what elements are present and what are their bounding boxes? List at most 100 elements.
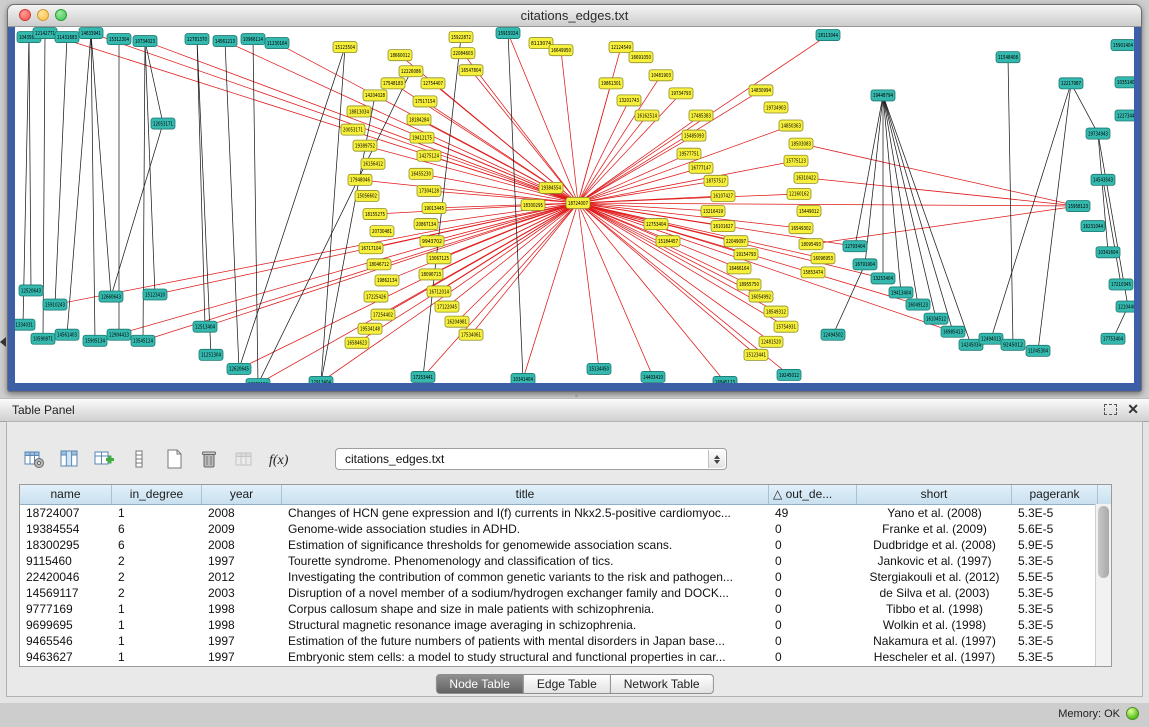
scrollbar-thumb[interactable] [1098,506,1109,578]
table-row[interactable]: 946554611997Estimation of the future num… [20,633,1111,649]
collapse-panel-arrow-icon[interactable] [0,337,6,347]
graph-node[interactable]: 16691050 [629,52,653,63]
graph-node[interactable]: 19448794 [871,90,895,101]
graph-node[interactable]: 12754407 [421,78,445,89]
table-row[interactable]: 2242004622012Investigating the contribut… [20,569,1111,585]
graph-node[interactable]: 11334031 [15,319,35,330]
graph-node[interactable]: 16104512 [924,313,948,324]
graph-node[interactable]: 16156412 [361,158,385,169]
graph-node[interactable]: 19734903 [764,102,788,113]
function-builder-icon[interactable]: f(x) [266,446,292,472]
column-header-out_degree[interactable]: △ out_de... [769,485,857,504]
graph-node[interactable]: 22084603 [451,48,475,59]
graph-node[interactable]: 16717104 [359,243,383,254]
graph-node[interactable]: 15134450 [587,363,611,374]
graph-node[interactable]: 18095493 [799,239,823,250]
tab-edge-table[interactable]: Edge Table [524,674,611,694]
graph-node[interactable]: 19734793 [669,88,693,99]
graph-node[interactable]: 12793404 [843,241,867,252]
narrow-column-icon[interactable] [126,446,152,472]
table-row[interactable]: 1830029562008Estimation of significance … [20,537,1111,553]
graph-node[interactable]: 13253404 [871,273,895,284]
graph-node[interactable]: 16777147 [689,162,713,173]
table-row[interactable]: 1938455462009Genome-wide association stu… [20,521,1111,537]
network-view-window[interactable]: citations_edges.txt 18724007151235041866… [7,4,1142,392]
graph-node[interactable]: 12913404 [309,376,333,383]
graph-node[interactable]: 17517154 [413,96,437,107]
graph-node[interactable]: 16549302 [789,223,813,234]
graph-node[interactable]: 15184457 [656,236,680,247]
graph-node[interactable]: 18660012 [388,50,412,61]
graph-node[interactable]: 19413404 [889,287,913,298]
graph-node[interactable]: 22049097 [724,236,748,247]
graph-node[interactable]: 12781370 [185,34,209,45]
table-row[interactable]: 946362711997Embryonic stem cells: a mode… [20,649,1111,665]
graph-node[interactable]: 20730481 [370,226,394,237]
graph-node[interactable]: 14275124 [417,150,441,161]
graph-node[interactable]: 17753404 [1101,333,1125,344]
graph-node[interactable]: 19154793 [734,249,758,260]
graph-node[interactable]: 16096953 [811,253,835,264]
graph-node[interactable]: 18503083 [789,138,813,149]
graph-node[interactable]: 14561403 [55,329,79,340]
graph-node[interactable]: 14633941 [79,28,103,39]
close-panel-icon[interactable]: ✕ [1127,402,1139,416]
float-panel-icon[interactable] [1104,404,1117,415]
graph-node[interactable]: 17304128 [417,185,441,196]
column-header-title[interactable]: title [282,485,769,504]
graph-node[interactable]: 15312304 [107,34,131,45]
graph-node[interactable]: 10351404 [1115,77,1134,88]
graph-node[interactable]: 14204028 [363,90,387,101]
table-row[interactable]: 1456911722003Disruption of a novel membe… [20,585,1111,601]
graph-node[interactable]: 15485093 [682,130,706,141]
graph-node[interactable]: 10341404 [511,373,535,383]
graph-node[interactable]: 16310422 [794,172,818,183]
graph-node[interactable]: 10341604 [1096,247,1120,258]
graph-node[interactable]: 10481903 [649,70,673,81]
graph-node[interactable]: 17122045 [435,301,459,312]
graph-node[interactable]: 13201743 [617,95,641,106]
network-table-select[interactable]: citations_edges.txt [335,448,727,470]
graph-node[interactable]: 10734023 [133,36,157,47]
graph-node[interactable]: 18113044 [816,30,840,41]
graph-node[interactable]: 12226086 [399,66,423,77]
graph-node[interactable]: 14403410 [641,371,665,382]
graph-node[interactable]: 15775123 [784,155,808,166]
column-header-pagerank[interactable]: pagerank [1012,485,1098,504]
delete-table-icon[interactable] [196,446,222,472]
graph-node[interactable]: 20053171 [341,124,365,135]
graph-node[interactable]: 12660643 [99,291,123,302]
graph-node[interactable]: 11045304 [1026,345,1050,356]
graph-node[interactable]: 16455230 [409,168,433,179]
graph-node[interactable]: 16107427 [711,190,735,201]
graph-node[interactable]: 16985413 [941,326,965,337]
citation-network-graph[interactable]: 1872400715123504186600121222608617548183… [15,27,1134,383]
graph-node[interactable]: 16049123 [906,299,930,310]
show-columns-icon[interactable] [56,446,82,472]
graph-node[interactable]: 15123441 [744,349,768,360]
graph-node[interactable]: 18549312 [764,306,788,317]
graph-node[interactable]: 17548183 [381,78,405,89]
graph-node[interactable]: 13216419 [701,206,725,217]
graph-node[interactable]: 12494013 [979,333,1003,344]
graph-node[interactable]: 12217987 [1059,78,1083,89]
graph-node[interactable]: 17534061 [459,329,483,340]
graph-node[interactable]: 11251304 [199,349,223,360]
table-mode-icon[interactable] [21,446,47,472]
graph-node[interactable]: 10966114 [241,34,265,45]
graph-node[interactable]: 16466164 [727,263,751,274]
graph-node[interactable]: 18046712 [367,259,391,270]
graph-node[interactable]: 17225426 [364,291,388,302]
graph-node[interactable]: 14561213 [213,36,237,47]
graph-node[interactable]: 16204981 [445,316,469,327]
tab-network-table[interactable]: Network Table [611,674,714,694]
graph-node[interactable]: 19384554 [539,182,563,193]
graph-node[interactable]: 18757517 [704,175,728,186]
graph-node[interactable]: 16649950 [549,45,573,56]
graph-node[interactable]: 16162514 [635,110,659,121]
graph-node[interactable]: 9245012 [1001,339,1025,350]
graph-node[interactable]: 12104404 [1116,301,1134,312]
graph-node[interactable]: 18300295 [521,199,545,210]
graph-node[interactable]: 12753404 [644,219,668,230]
graph-node[interactable]: 17948046 [348,174,372,185]
